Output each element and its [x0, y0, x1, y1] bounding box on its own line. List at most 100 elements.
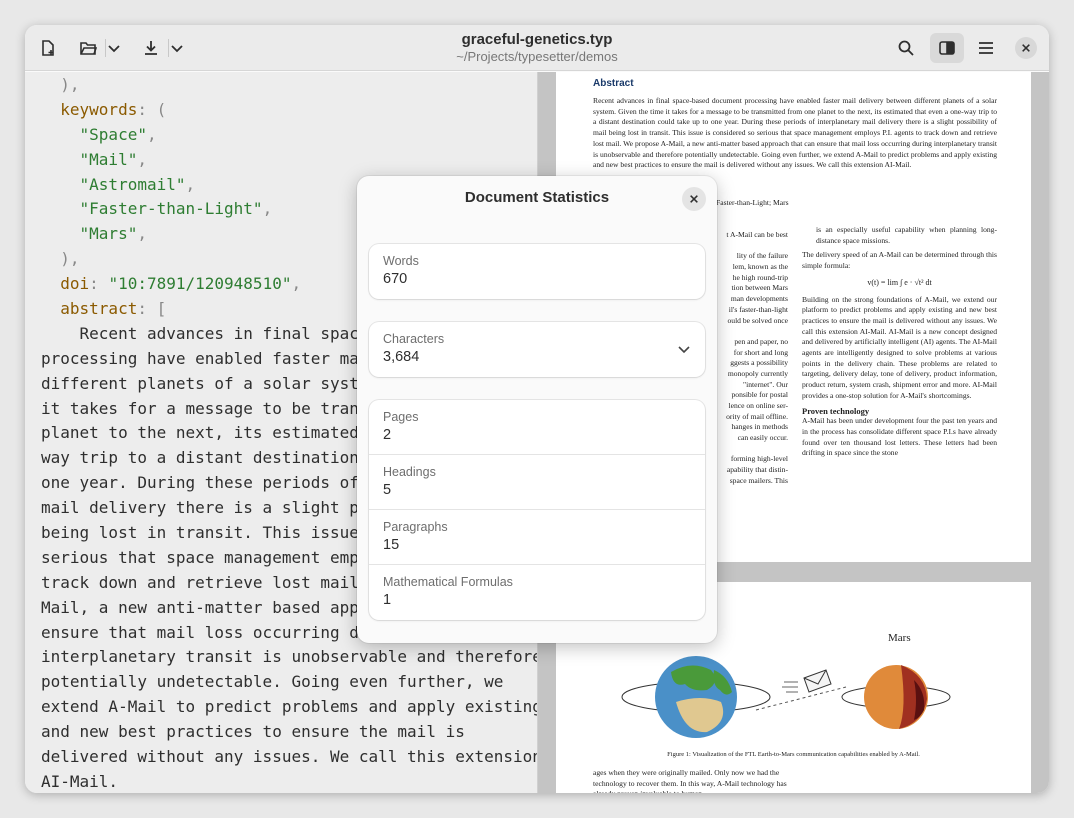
characters-label: Characters: [383, 332, 445, 346]
words-label: Words: [383, 254, 419, 268]
code-token: serious that space management emplo: [41, 547, 379, 567]
figure-label-mars: Mars: [888, 632, 911, 644]
right-col-para-1: is an especially useful capability when …: [816, 225, 997, 245]
code-token: different planets of a solar system: [41, 373, 379, 393]
code-token: "Space": [79, 124, 147, 144]
right-column: is an especially useful capability when …: [802, 225, 997, 459]
page2-text: ages when they were originally mailed. O…: [593, 768, 787, 793]
export-options-dropdown[interactable]: [164, 33, 190, 63]
code-token: planet to the next, its estimated t: [41, 423, 379, 443]
stat-label: Pages: [383, 410, 419, 424]
code-token: ,: [137, 224, 147, 244]
stat-row-mathematical-formulas: Mathematical Formulas 1: [369, 565, 705, 620]
code-token: "Faster-than-Light": [79, 199, 263, 219]
right-col-para-4: A-Mail has been under development four t…: [802, 416, 997, 458]
chevron-down-icon: [171, 45, 183, 53]
code-token: ,: [137, 149, 147, 169]
close-icon: [690, 195, 698, 203]
code-line: ),: [41, 73, 537, 98]
search-button[interactable]: [891, 33, 921, 63]
chevron-down-icon[interactable]: [677, 342, 691, 356]
code-token: doi: [60, 274, 90, 294]
code-line: AI-Mail.: [41, 770, 537, 793]
code-token: "Mars": [79, 224, 138, 244]
code-token: Mail, a new anti-matter based appro: [41, 597, 379, 617]
keywords-line: Faster-than-Light; Mars: [716, 198, 789, 207]
code-token: one year. During these periods of i: [41, 473, 379, 493]
code-token: ensure that mail loss occurring dur: [41, 622, 379, 642]
characters-row[interactable]: Characters 3,684: [369, 322, 705, 377]
code-token: "Mail": [79, 149, 138, 169]
close-icon: [1022, 44, 1030, 52]
window-close-button[interactable]: [1015, 37, 1037, 59]
code-token: it takes for a message to be transm: [41, 398, 379, 418]
code-token: "10:7891/120948510": [108, 274, 292, 294]
open-button[interactable]: [73, 33, 103, 63]
code-line: "Mail",: [41, 148, 537, 173]
words-row: Words 670: [369, 244, 705, 299]
code-line: and new best practices to ensure the mai…: [41, 720, 537, 745]
details-card: Pages 2 Headings 5 Paragraphs 15 Mathematical …: [369, 400, 705, 620]
code-line: delivered without any issues. We call th…: [41, 745, 537, 770]
open-recent-dropdown[interactable]: [101, 33, 127, 63]
stat-value: 2: [383, 427, 392, 443]
code-token: being lost in transit. This issue i: [41, 523, 379, 543]
characters-value: 3,684: [383, 349, 420, 365]
code-line: potentially undetectable. Going even fur…: [41, 670, 537, 695]
code-token: way trip to a distant destination c: [41, 448, 379, 468]
code-token: ),: [60, 249, 80, 269]
abstract-heading: Abstract: [593, 78, 634, 89]
code-token: :: [89, 274, 109, 294]
main-menu-button[interactable]: [971, 33, 1001, 63]
code-token: ,: [291, 274, 302, 294]
code-token: keywords: [60, 99, 138, 119]
characters-card[interactable]: Characters 3,684: [369, 322, 705, 377]
document-statistics-dialog: Document Statistics Words 670 Characters…: [357, 176, 717, 643]
stat-value: 5: [383, 482, 392, 498]
code-token: extend A-Mail to predict problems and ap…: [41, 697, 537, 717]
toggle-preview-button[interactable]: [930, 33, 964, 63]
stat-value: 1: [383, 592, 392, 608]
stat-label: Mathematical Formulas: [383, 575, 513, 589]
code-token: : [: [137, 299, 167, 319]
words-value: 670: [383, 271, 408, 287]
code-token: "Astromail": [79, 174, 186, 194]
stat-row-paragraphs: Paragraphs 15: [369, 510, 705, 565]
new-document-icon: [42, 40, 54, 56]
code-token: : (: [137, 99, 167, 119]
header-bar: graceful-genetics.typ ~/Projects/typeset…: [25, 25, 1049, 71]
dialog-close-button[interactable]: [682, 187, 706, 211]
dialog-title: Document Statistics: [464, 189, 610, 206]
export-button[interactable]: [136, 33, 166, 63]
code-token: ,: [185, 174, 196, 194]
folder-open-icon: [80, 42, 97, 55]
code-token: ),: [60, 75, 80, 94]
stat-row-headings: Headings 5: [369, 455, 705, 510]
hamburger-menu-icon: [979, 42, 993, 54]
code-token: ,: [146, 124, 157, 144]
stat-label: Paragraphs: [383, 520, 448, 534]
abstract-text: Recent advances in final space-based doc…: [593, 96, 997, 170]
stat-row-pages: Pages 2: [369, 400, 705, 455]
section-heading: Proven technology: [802, 405, 870, 416]
code-token: interplanetary transit is unobservable a…: [41, 647, 537, 667]
search-icon: [898, 40, 914, 56]
code-token: mail delivery there is a slight pos: [41, 498, 379, 518]
words-card: Words 670: [369, 244, 705, 299]
code-token: processing have enabled faster mail: [41, 348, 379, 368]
code-line: extend A-Mail to predict problems and ap…: [41, 695, 537, 720]
new-document-button[interactable]: [33, 33, 63, 63]
stat-label: Headings: [383, 465, 436, 479]
download-icon: [145, 41, 157, 55]
right-col-para-2: The delivery speed of an A-Mail can be d…: [802, 250, 997, 271]
code-token: delivered without any issues. We call th…: [41, 747, 537, 767]
figure-caption: Figure 1: Visualization of the FTL Earth…: [667, 751, 920, 758]
code-token: potentially undetectable. Going even fur…: [41, 672, 504, 692]
